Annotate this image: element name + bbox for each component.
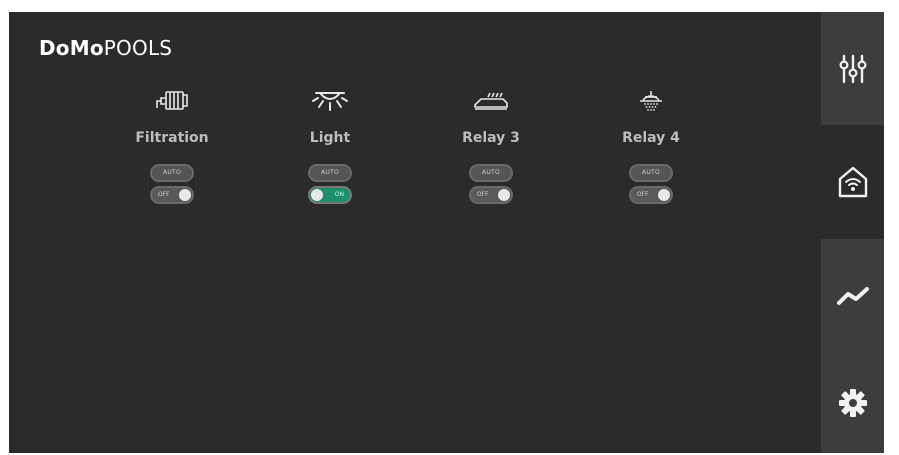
auto-button[interactable]: AUTO xyxy=(469,164,513,182)
heater-icon xyxy=(471,86,511,116)
toggle-knob xyxy=(179,189,191,201)
pool-light-icon xyxy=(310,86,350,116)
nav-home[interactable] xyxy=(821,125,884,239)
device-name: Filtration xyxy=(135,130,209,146)
device-light: Light AUTO ON xyxy=(270,86,390,204)
shower-icon xyxy=(636,86,666,116)
device-filtration: Filtration AUTO OFF xyxy=(112,86,232,204)
auto-button[interactable]: AUTO xyxy=(629,164,673,182)
brand-bold: DoMo xyxy=(39,36,104,60)
power-toggle[interactable]: ON xyxy=(308,186,352,204)
sliders-icon xyxy=(838,54,867,83)
toggle-state-label: OFF xyxy=(158,191,170,198)
device-name: Relay 4 xyxy=(622,130,680,146)
trend-chart-icon xyxy=(836,287,869,305)
device-name: Light xyxy=(309,130,351,146)
nav-settings-sliders[interactable] xyxy=(821,12,884,125)
auto-button[interactable]: AUTO xyxy=(150,164,194,182)
toggle-state-label: OFF xyxy=(637,191,649,198)
brand-logo: DoMoPOOLS xyxy=(39,36,172,60)
nav-statistics[interactable] xyxy=(821,239,884,353)
nav-settings[interactable] xyxy=(821,353,884,453)
brand-light: POOLS xyxy=(103,36,173,60)
toggle-knob xyxy=(658,189,670,201)
toggle-knob xyxy=(311,189,323,201)
toggle-state-label: OFF xyxy=(477,191,489,198)
device-relay-4: Relay 4 AUTO OFF xyxy=(591,86,711,204)
device-name: Relay 3 xyxy=(462,130,520,146)
toggle-knob xyxy=(498,189,510,201)
power-toggle[interactable]: OFF xyxy=(469,186,513,204)
power-toggle[interactable]: OFF xyxy=(150,186,194,204)
power-toggle[interactable]: OFF xyxy=(629,186,673,204)
pump-icon xyxy=(152,86,192,116)
toggle-state-label: ON xyxy=(334,191,344,198)
device-relay-3: Relay 3 AUTO OFF xyxy=(431,86,551,204)
side-navigation xyxy=(821,12,884,453)
auto-button[interactable]: AUTO xyxy=(308,164,352,182)
gear-icon xyxy=(838,389,867,417)
app-screen: DoMoPOOLS Filtration AUTO OFF Light AUTO… xyxy=(9,12,884,453)
smart-home-icon xyxy=(838,166,867,198)
